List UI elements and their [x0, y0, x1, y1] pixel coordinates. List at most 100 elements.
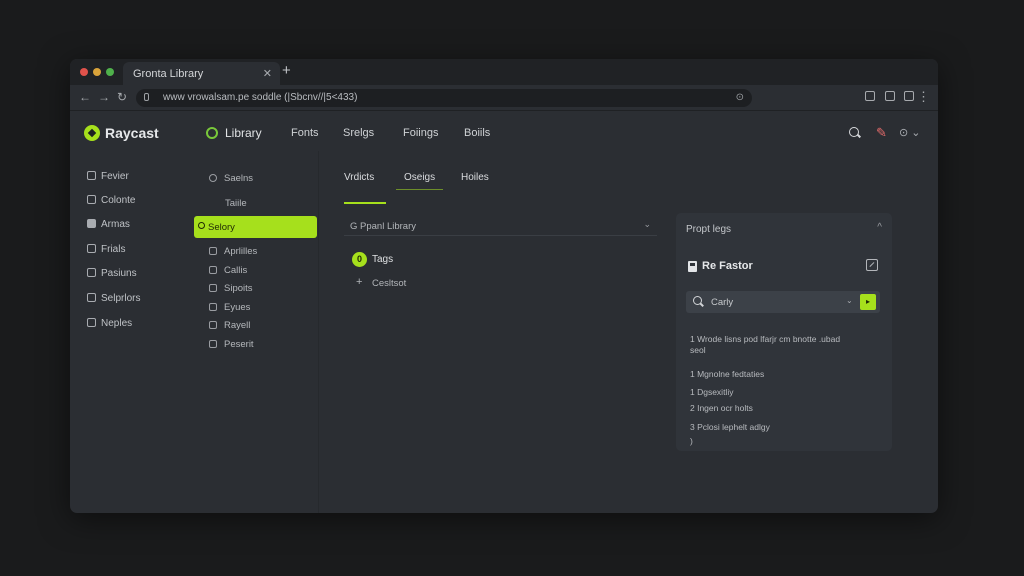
tab-hoiles[interactable]: Hoiles: [461, 172, 489, 183]
url-text: www vrowalsam.pe soddle (|Sbcnv//|5<433): [163, 92, 358, 103]
sidebar-item-label: Fevier: [101, 171, 129, 182]
dropdown-label: G Ppanl Library: [350, 221, 417, 232]
panel-title: Propt legs: [686, 224, 732, 235]
sidebar-item-selprlors[interactable]: Selprlors: [87, 293, 140, 304]
active-tab-indicator: [344, 202, 386, 204]
document-icon: [209, 340, 217, 348]
secondary-item-taiile[interactable]: Taiile: [225, 198, 247, 209]
column-divider: [318, 151, 319, 513]
app-name: Raycast: [105, 125, 159, 141]
secondary-item-aprlilles[interactable]: Aprlilles: [209, 246, 257, 257]
secondary-item-label: Sipoits: [224, 283, 253, 294]
sidebar-item-frials[interactable]: Frials: [87, 244, 125, 255]
sidebar-item-pasiuns[interactable]: Pasiuns: [87, 268, 137, 279]
sidebar-toggle-icon[interactable]: [904, 91, 914, 101]
raycast-logo-icon: [84, 125, 100, 141]
collapse-icon[interactable]: ^: [877, 222, 882, 233]
tags-badge: 0: [352, 252, 367, 267]
chevron-down-icon: ⌄: [643, 219, 651, 229]
pencil-icon[interactable]: ✎: [876, 125, 887, 141]
search-value: Carly: [711, 297, 734, 308]
header-nav-srelgs[interactable]: Srelgs: [343, 127, 374, 139]
minimize-window-button[interactable]: [93, 68, 101, 76]
table-icon: [87, 318, 96, 327]
sidebar-item-colonte[interactable]: Colonte: [87, 195, 135, 206]
secondary-item-label: Rayell: [224, 320, 251, 331]
secondary-item-label: Saelns: [224, 173, 254, 184]
edit-icon[interactable]: [866, 259, 878, 271]
address-bar[interactable]: www vrowalsam.pe soddle (|Sbcnv//|5<433)…: [136, 89, 752, 107]
new-tab-button[interactable]: +: [282, 62, 291, 79]
secondary-item-sipoits[interactable]: Sipoits: [209, 283, 253, 294]
save-icon: [688, 261, 697, 272]
header-nav-boiils[interactable]: Boiils: [464, 127, 490, 139]
extensions-icon[interactable]: [865, 91, 875, 101]
lock-icon: [144, 93, 149, 101]
header-nav-foiings[interactable]: Foiings: [403, 127, 438, 139]
sidebar-item-label: Frials: [101, 244, 126, 255]
header-nav-library[interactable]: Library: [225, 126, 262, 140]
grid-icon: [87, 244, 96, 253]
site-info-icon[interactable]: ⊙: [736, 92, 744, 103]
add-item-link[interactable]: Cesltsot: [372, 278, 406, 289]
chevron-down-icon[interactable]: ⌄: [846, 296, 853, 305]
navigation-bar: ← → ↻ www vrowalsam.pe soddle (|Sbcnv//|…: [70, 85, 938, 111]
sidebar-item-label: Neples: [101, 318, 133, 329]
browser-window: Gronta Library ✕ + ← → ↻ www vrowalsam.p…: [70, 59, 938, 513]
tab-vrdicts[interactable]: Vrdicts: [344, 172, 374, 183]
plus-icon[interactable]: +: [356, 276, 362, 288]
tab-oseigs[interactable]: Oseigs: [404, 172, 435, 183]
sidebar-item-fevier[interactable]: Fevier: [87, 171, 129, 182]
secondary-item-selory[interactable]: Selory: [194, 216, 317, 238]
secondary-item-callis[interactable]: Callis: [209, 265, 247, 276]
reload-icon[interactable]: ↻: [117, 90, 127, 104]
gear-icon: [209, 284, 217, 292]
folder-icon: [87, 219, 96, 228]
sidebar-item-label: Colonte: [101, 195, 136, 206]
sidebar-item-label: Armas: [101, 219, 130, 230]
prompt-tags-panel: Propt legs ^ Re Fastor Carly ⌄ ▸ 1 Wrode…: [676, 213, 892, 451]
sidebar-item-armas[interactable]: Armas: [87, 219, 130, 230]
pen-icon: [209, 266, 217, 274]
close-window-button[interactable]: [80, 68, 88, 76]
back-icon[interactable]: ←: [79, 90, 91, 104]
browser-tab[interactable]: Gronta Library ✕: [123, 62, 280, 85]
secondary-item-label: Peserit: [224, 339, 254, 350]
panel-heading: Re Fastor: [702, 260, 753, 272]
secondary-item-rayell[interactable]: Rayell: [209, 320, 250, 331]
secondary-item-eyues[interactable]: Eyues: [209, 302, 250, 313]
panel-line: seol: [690, 345, 706, 355]
panel-search-input[interactable]: Carly ⌄ ▸: [686, 291, 880, 313]
sidebar-item-label: Pasiuns: [101, 268, 137, 279]
secondary-item-label: Aprlilles: [224, 246, 258, 257]
secondary-item-peserit[interactable]: Peserit: [209, 339, 254, 350]
user-menu-icon[interactable]: ⊙ ⌄: [899, 126, 921, 139]
header-nav-fonts[interactable]: Fonts: [291, 127, 319, 139]
browser-menu-icon[interactable]: ⋮: [917, 89, 930, 105]
panel-line: ): [690, 436, 693, 446]
settings-icon: [87, 293, 96, 302]
forward-icon[interactable]: →: [98, 90, 110, 104]
library-dropdown[interactable]: G Ppanl Library ⌄: [344, 216, 657, 236]
tag-icon: [198, 222, 205, 229]
tab-close-icon[interactable]: ✕: [263, 67, 272, 80]
panel-line: 3 Pclosi lephelt adlgy: [690, 422, 770, 432]
secondary-item-saelns[interactable]: Saelns: [209, 173, 253, 184]
secondary-item-label: Selory: [208, 222, 235, 233]
search-icon: [209, 174, 217, 182]
tags-label[interactable]: Tags: [372, 254, 393, 265]
go-button[interactable]: ▸: [860, 294, 876, 310]
tab-bar: Gronta Library ✕ +: [70, 59, 938, 85]
sidebar-item-label: Selprlors: [101, 293, 141, 304]
sidebar-item-neples[interactable]: Neples: [87, 318, 132, 329]
apps-icon: [209, 247, 217, 255]
maximize-window-button[interactable]: [106, 68, 114, 76]
library-icon: [206, 127, 218, 139]
file-icon: [87, 171, 96, 180]
panel-line: 2 Ingen ocr holts: [690, 403, 753, 413]
secondary-item-label: Callis: [224, 265, 248, 276]
shield-icon: [209, 321, 217, 329]
search-icon: [693, 296, 702, 305]
bookmarks-icon[interactable]: [885, 91, 895, 101]
search-icon[interactable]: [849, 127, 859, 137]
